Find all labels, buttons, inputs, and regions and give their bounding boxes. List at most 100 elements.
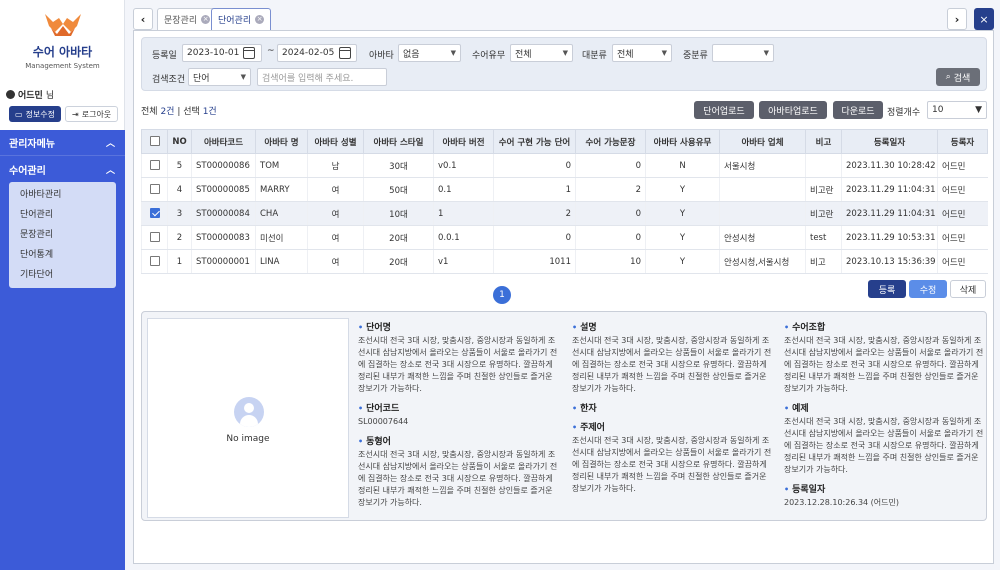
selected-count: 1건 <box>202 107 217 117</box>
submenu-item-avatar[interactable]: 아바타관리 <box>9 185 116 205</box>
cell-version: v0.1 <box>433 153 494 178</box>
col-header[interactable]: 아바타 사용유무 <box>645 129 720 154</box>
logo[interactable]: 수어 아바타 Management System <box>0 8 125 70</box>
col-header[interactable]: 아바타 스타일 <box>363 129 434 154</box>
field-value: 조선시대 전국 3대 시장, 맞춤시장, 중앙시장과 동일하게 조선시대 삼남지… <box>358 450 558 507</box>
col-header[interactable]: 수어 가능문장 <box>575 129 646 154</box>
field-title: 설명 <box>580 323 597 333</box>
calendar-icon[interactable] <box>243 47 255 59</box>
col-header[interactable]: 등록일자 <box>841 129 938 154</box>
col-header[interactable]: 비고 <box>805 129 842 154</box>
table-row[interactable]: 4 ST00000085 MARRY 여 50대 0.1 1 2 Y 비고란 2023.11.29 … <box>141 177 988 202</box>
avatar-select[interactable]: 없음 ▼ <box>398 44 461 62</box>
person-placeholder-icon <box>234 397 264 427</box>
cell-date: 2023.11.29 11:04:31 <box>841 201 938 226</box>
cell-gender: 남 <box>307 153 364 178</box>
cell-vendor <box>719 201 806 226</box>
total-count: 2건 <box>160 107 175 117</box>
close-all-tabs-button[interactable]: × <box>974 8 994 30</box>
logout-button[interactable]: ⇥ 로그아웃 <box>65 106 119 122</box>
col-header[interactable]: 아바타 명 <box>255 129 308 154</box>
cell-name: MARRY <box>255 177 308 202</box>
edit-profile-button[interactable]: ▭ 정보수정 <box>9 106 62 122</box>
sign-select[interactable]: 전체 ▼ <box>510 44 573 62</box>
bullet-icon: • <box>784 323 790 332</box>
cell-note: 비고란 <box>805 201 842 226</box>
search-button-label: 검색 <box>953 73 971 84</box>
row-checkbox[interactable] <box>149 184 160 195</box>
cell-vendor <box>719 177 806 202</box>
menu-sign-admin[interactable]: 수어관리 ︿ <box>0 156 125 182</box>
search-button[interactable]: ⌕ 검색 <box>936 68 980 86</box>
cell-use: Y <box>645 249 720 274</box>
field-theme: • 주제어 조선시대 전국 3대 시장, 맞춤시장, 중앙시장과 동일하게 조선시… <box>572 420 772 495</box>
submenu-item-word-stats[interactable]: 단어통계 <box>9 245 116 265</box>
calendar-icon[interactable] <box>339 47 351 59</box>
tab-next-button[interactable]: › <box>947 8 967 30</box>
tab-sentence-admin[interactable]: 문장관리 × <box>157 8 218 30</box>
row-checkbox-cell <box>141 201 168 226</box>
cell-style: 20대 <box>363 249 434 274</box>
cell-no: 1 <box>167 249 192 274</box>
tab-word-admin[interactable]: 단어관리 × <box>211 8 272 30</box>
detail-panel: No image • 단어명 조선시대 전국 3대 시장, 맞춤시장, 중앙시장과… <box>141 311 987 521</box>
table-row[interactable]: 1 ST00000001 LINA 여 20대 v1 1011 10 Y 안성시청,서울시청 비고 2… <box>141 249 988 274</box>
table-row[interactable]: 2 ST00000083 미선이 여 20대 0.0.1 0 0 Y 안성시청 test 2023.1… <box>141 225 988 250</box>
col-header[interactable]: 아바타 성별 <box>307 129 364 154</box>
edit-button[interactable]: 수정 <box>909 280 947 298</box>
caret-down-icon: ▼ <box>562 49 568 57</box>
caret-down-icon: ▼ <box>763 49 769 57</box>
monitor-icon: ▭ <box>15 109 23 119</box>
col-header[interactable]: 아바타코드 <box>191 129 256 154</box>
close-icon[interactable]: × <box>255 15 265 24</box>
bullet-icon: • <box>572 404 578 413</box>
col-header[interactable]: NO <box>167 129 192 154</box>
cell-code: ST00000001 <box>191 249 256 274</box>
row-checkbox[interactable] <box>149 232 160 243</box>
avatar-upload-button[interactable]: 아바타업로드 <box>759 101 827 119</box>
cell-name: LINA <box>255 249 308 274</box>
menu-admin[interactable]: 관리자메뉴 ︿ <box>0 130 125 156</box>
page-1-button[interactable]: 1 <box>493 286 511 304</box>
user-info: 어드민 님 <box>6 88 54 101</box>
tab-bar: ‹ 문장관리 × 단어관리 × › × <box>133 8 994 30</box>
cell-note <box>805 153 842 178</box>
cond-select[interactable]: 단어 ▼ <box>188 68 251 86</box>
row-checkbox[interactable] <box>149 208 160 219</box>
page-size-select[interactable]: 10 ▼ <box>927 101 987 119</box>
select-all-checkbox[interactable] <box>149 136 160 147</box>
submenu-item-word[interactable]: 단어관리 <box>9 205 116 225</box>
register-button[interactable]: 등록 <box>868 280 906 298</box>
chevron-up-icon: ︿ <box>105 139 115 149</box>
submenu-item-sentence[interactable]: 문장관리 <box>9 225 116 245</box>
keyword-placeholder: 검색어를 입력해 주세요. <box>262 73 354 84</box>
major-select[interactable]: 전체 ▼ <box>612 44 672 62</box>
col-header[interactable]: 수어 구현 가능 단어 <box>493 129 576 154</box>
cell-no: 2 <box>167 225 192 250</box>
table-row[interactable]: 3 ST00000084 CHA 여 10대 1 2 0 Y 비고란 2023.11.29 11:0… <box>141 201 988 226</box>
field-title: 한자 <box>580 404 597 414</box>
mid-select[interactable]: ▼ <box>712 44 774 62</box>
cell-date: 2023.11.29 10:53:31 <box>841 225 938 250</box>
keyword-input[interactable]: 검색어를 입력해 주세요. <box>257 68 387 86</box>
bullet-icon: • <box>784 485 790 494</box>
col-header[interactable]: 아바타 버전 <box>433 129 494 154</box>
user-icon <box>6 90 15 99</box>
col-header[interactable]: 등록자 <box>937 129 988 154</box>
cell-use: Y <box>645 177 720 202</box>
field-synonym: • 동형어 조선시대 전국 3대 시장, 맞춤시장, 중앙시장과 동일하게 조선시… <box>358 434 558 509</box>
tab-prev-button[interactable]: ‹ <box>133 8 153 30</box>
row-checkbox-cell <box>141 249 168 274</box>
row-checkbox[interactable] <box>149 160 160 171</box>
table-row[interactable]: 5 ST00000086 TOM 남 30대 v0.1 0 0 N 서울시청 2023.11.30 … <box>141 153 988 178</box>
cell-gender: 여 <box>307 201 364 226</box>
cell-date: 2023.11.30 10:28:42 <box>841 153 938 178</box>
word-upload-button[interactable]: 단어업로드 <box>694 101 754 119</box>
close-icon[interactable]: × <box>201 15 211 24</box>
delete-button[interactable]: 삭제 <box>950 280 986 298</box>
col-header[interactable]: 아바타 업체 <box>719 129 806 154</box>
cell-by: 어드민 <box>937 177 988 202</box>
row-checkbox[interactable] <box>149 256 160 267</box>
submenu-item-etc-word[interactable]: 기타단어 <box>9 265 116 285</box>
download-button[interactable]: 다운로드 <box>833 101 883 119</box>
